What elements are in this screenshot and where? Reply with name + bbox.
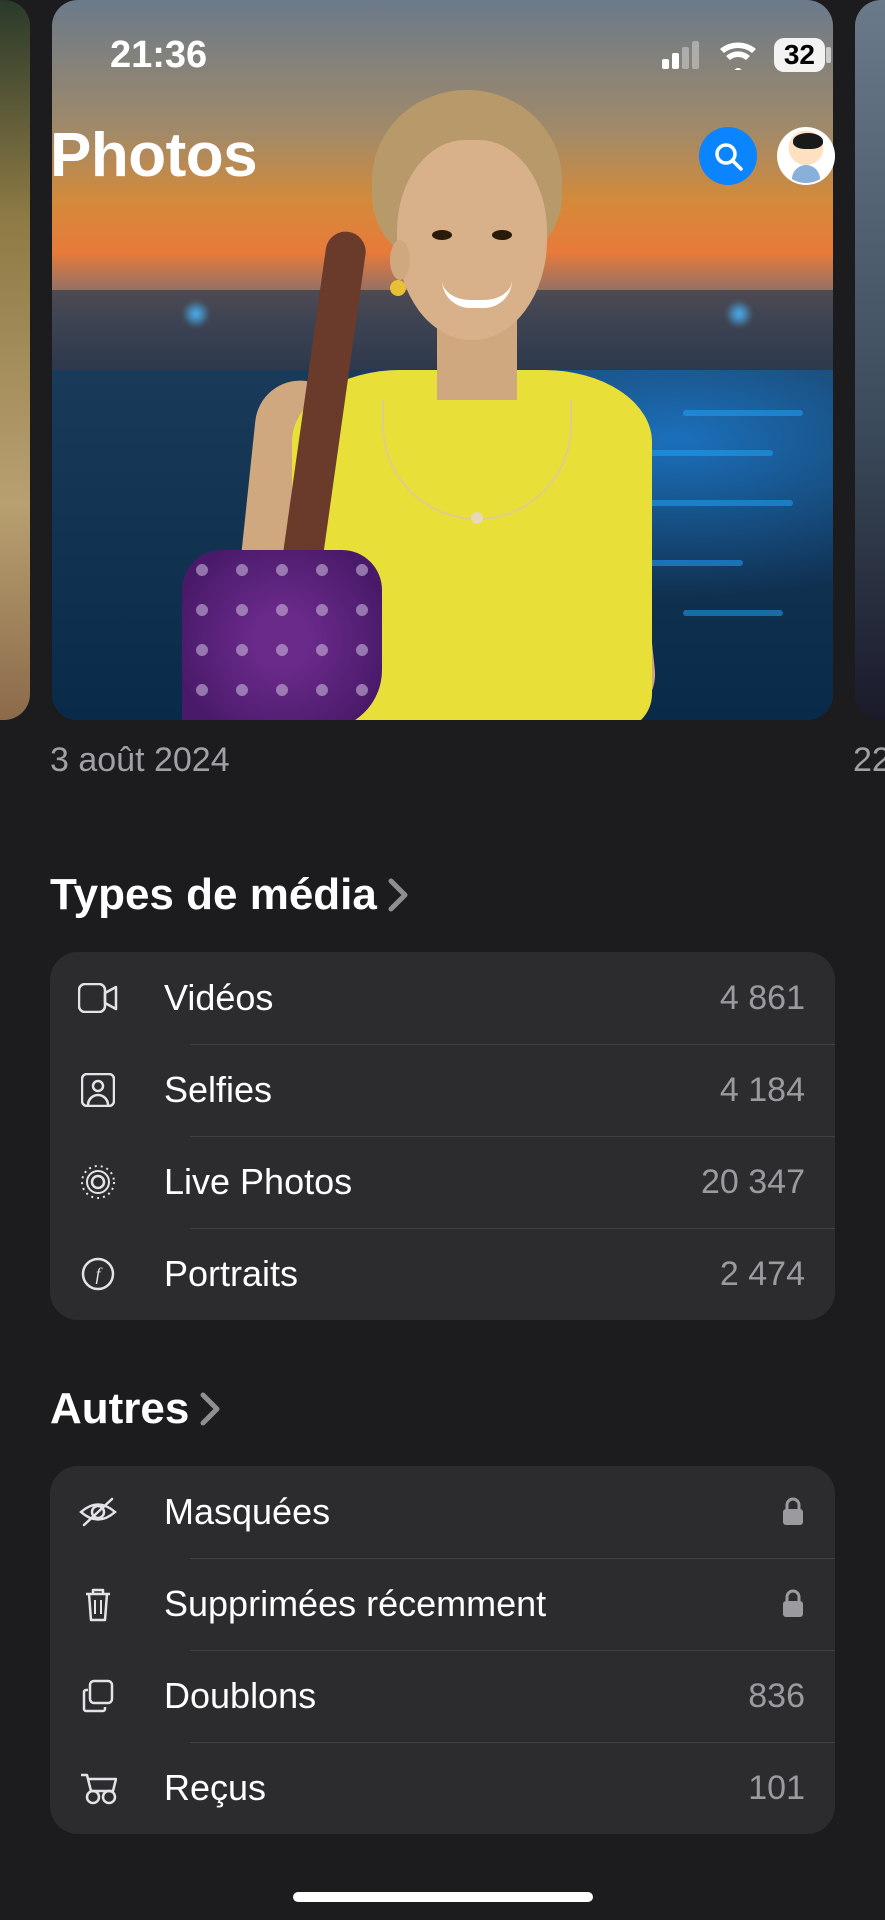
row-label: Vidéos bbox=[164, 977, 720, 1019]
media-row-live-photos[interactable]: Live Photos 20 347 bbox=[50, 1136, 835, 1228]
row-label: Masquées bbox=[164, 1491, 781, 1533]
row-label: Live Photos bbox=[164, 1161, 701, 1203]
lock-icon bbox=[781, 1589, 805, 1619]
search-icon bbox=[713, 141, 743, 171]
others-header[interactable]: Autres bbox=[50, 1384, 835, 1434]
chevron-right-icon bbox=[387, 877, 409, 913]
row-label: Portraits bbox=[164, 1253, 720, 1295]
wifi-icon bbox=[718, 40, 758, 70]
live-photo-icon bbox=[72, 1164, 124, 1200]
media-row-portraits[interactable]: f Portraits 2 474 bbox=[50, 1228, 835, 1320]
chevron-right-icon bbox=[199, 1391, 221, 1427]
row-count: 4 861 bbox=[720, 979, 805, 1018]
cellular-icon bbox=[662, 41, 702, 69]
status-time: 21:36 bbox=[110, 34, 207, 77]
others-row-receipts[interactable]: Reçus 101 bbox=[50, 1742, 835, 1834]
row-label: Reçus bbox=[164, 1767, 748, 1809]
home-indicator[interactable] bbox=[293, 1892, 593, 1902]
others-row-recently-deleted[interactable]: Supprimées récemment bbox=[50, 1558, 835, 1650]
receipt-icon bbox=[72, 1771, 124, 1805]
svg-text:f: f bbox=[95, 1264, 103, 1284]
media-row-videos[interactable]: Vidéos 4 861 bbox=[50, 952, 835, 1044]
selfie-icon bbox=[72, 1073, 124, 1107]
duplicate-icon bbox=[72, 1679, 124, 1713]
media-types-header[interactable]: Types de média bbox=[50, 870, 835, 920]
lock-icon bbox=[781, 1497, 805, 1527]
page-title: Photos bbox=[50, 120, 257, 191]
media-types-title: Types de média bbox=[50, 870, 377, 920]
row-label: Selfies bbox=[164, 1069, 720, 1111]
others-row-duplicates[interactable]: Doublons 836 bbox=[50, 1650, 835, 1742]
row-count: 101 bbox=[748, 1769, 805, 1808]
row-label: Doublons bbox=[164, 1675, 748, 1717]
row-count: 4 184 bbox=[720, 1071, 805, 1110]
portrait-icon: f bbox=[72, 1257, 124, 1291]
featured-photo-date: 3 août 2024 bbox=[50, 741, 230, 780]
profile-avatar-button[interactable] bbox=[777, 127, 835, 185]
others-row-hidden[interactable]: Masquées bbox=[50, 1466, 835, 1558]
others-card: Masquées Supprimées récemment Doublons bbox=[50, 1466, 835, 1834]
status-bar: 21:36 32 bbox=[0, 0, 885, 110]
row-count: 20 347 bbox=[701, 1163, 805, 1202]
media-types-card: Vidéos 4 861 Selfies 4 184 Live Photos 2… bbox=[50, 952, 835, 1320]
hidden-icon bbox=[72, 1497, 124, 1527]
media-row-selfies[interactable]: Selfies 4 184 bbox=[50, 1044, 835, 1136]
row-label: Supprimées récemment bbox=[164, 1583, 781, 1625]
trash-icon bbox=[72, 1586, 124, 1622]
battery-indicator: 32 bbox=[774, 38, 825, 72]
row-count: 2 474 bbox=[720, 1255, 805, 1294]
video-icon bbox=[72, 983, 124, 1013]
search-button[interactable] bbox=[699, 127, 757, 185]
next-photo-date-partial: 22 bbox=[853, 741, 885, 780]
others-title: Autres bbox=[50, 1384, 189, 1434]
row-count: 836 bbox=[748, 1677, 805, 1716]
